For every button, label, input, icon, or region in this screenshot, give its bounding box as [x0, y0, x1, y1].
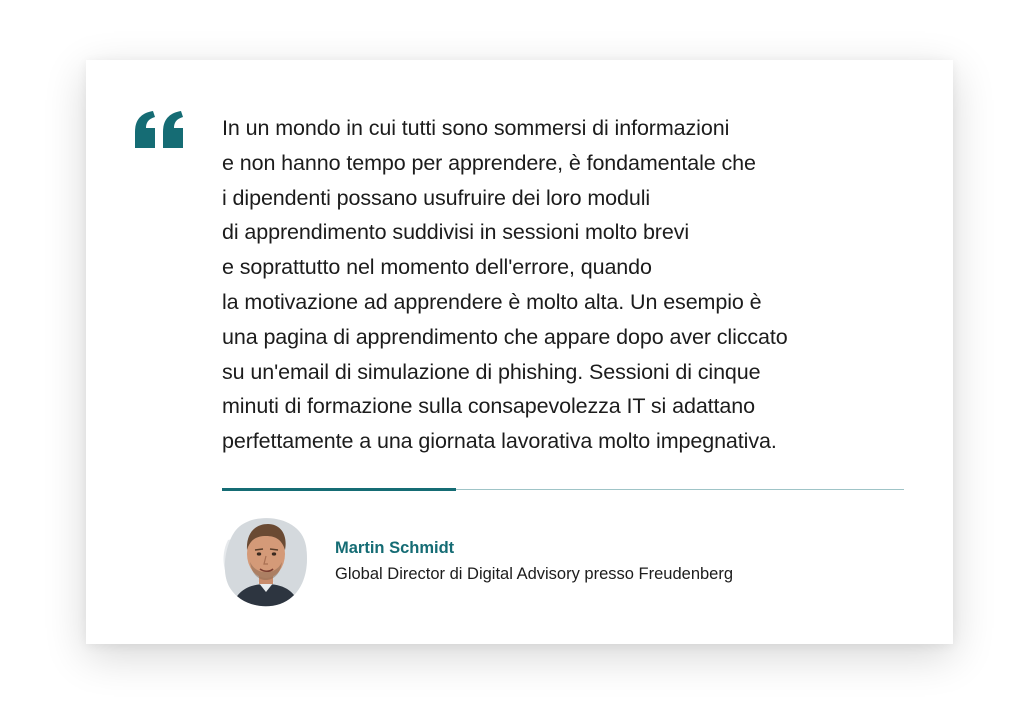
- avatar: [223, 518, 307, 607]
- quote-line: e soprattutto nel momento dell'errore, q…: [222, 255, 652, 280]
- author-name: Martin Schmidt: [335, 539, 455, 557]
- quote-line: e non hanno tempo per apprendere, è fond…: [222, 150, 756, 175]
- quote-line: su un'email di simulazione di phishing. …: [222, 359, 761, 384]
- quote-line: la motivazione ad apprendere è molto alt…: [222, 289, 762, 314]
- quote-line: una pagina di apprendimento che appare d…: [222, 324, 788, 349]
- quotation-mark-icon: [135, 111, 183, 148]
- quote-line: perfettamente a una giornata lavorativa …: [222, 429, 777, 454]
- quote-text: In un mondo in cui tutti sono sommersi d…: [222, 111, 922, 459]
- quote-line: In un mondo in cui tutti sono sommersi d…: [222, 116, 730, 140]
- divider-accent: [222, 488, 456, 491]
- quote-line: minuti di formazione sulla consapevolezz…: [222, 394, 755, 419]
- divider: [222, 488, 904, 491]
- author-role: Global Director di Digital Advisory pres…: [335, 565, 734, 583]
- quote-line: di apprendimento suddivisi in sessioni m…: [222, 220, 690, 245]
- quote-line: i dipendenti possano usufruire dei loro …: [222, 185, 651, 210]
